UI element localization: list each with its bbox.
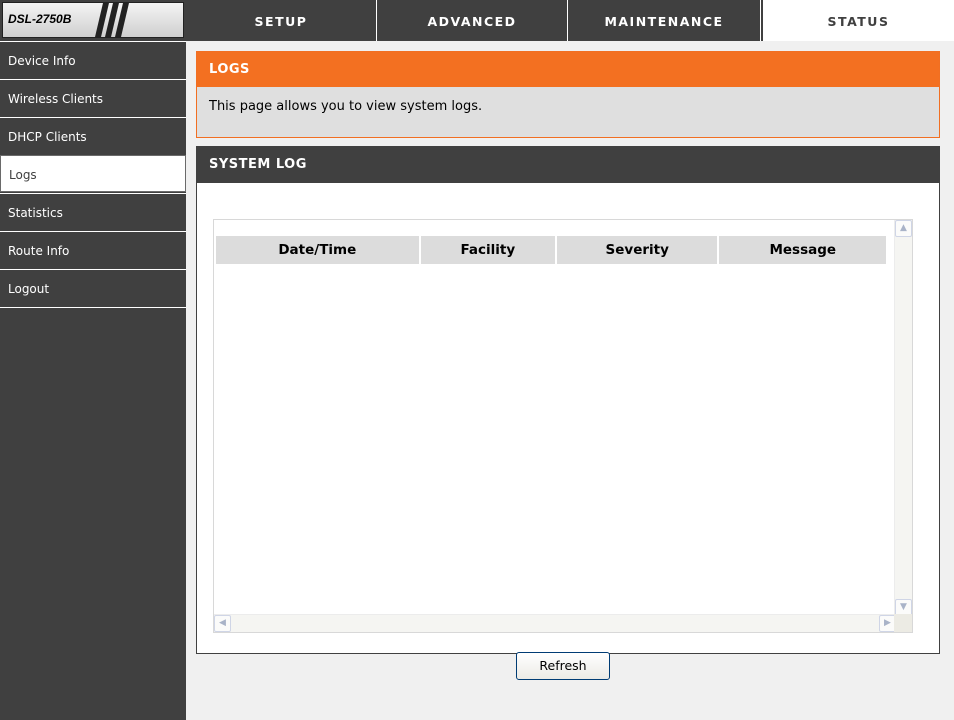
sidebar-item-route-info[interactable]: Route Info <box>0 231 186 268</box>
chevron-up-icon[interactable]: ▲ <box>895 220 912 237</box>
column-header-date-time: Date/Time <box>216 236 419 264</box>
logs-description: This page allows you to view system logs… <box>209 99 483 114</box>
tab-maintenance[interactable]: MAINTENANCE <box>568 0 761 41</box>
system-log-title: SYSTEM LOG <box>197 147 939 183</box>
sidebar-item-statistics[interactable]: Statistics <box>0 193 186 230</box>
logo-slashes-icon <box>95 3 129 37</box>
sidebar-divider <box>0 307 186 308</box>
main-content: LOGS This page allows you to view system… <box>186 41 954 720</box>
model-name: DSL-2750B <box>8 12 72 26</box>
horizontal-scrollbar[interactable]: ◀ ▶ <box>214 614 896 632</box>
system-log-panel: SYSTEM LOG Date/Time Facility Severity M… <box>196 146 940 654</box>
tab-advanced[interactable]: ADVANCED <box>377 0 568 41</box>
tab-status[interactable]: STATUS <box>763 0 954 41</box>
refresh-button[interactable]: Refresh <box>516 652 610 680</box>
sidebar-item-dhcp-clients[interactable]: DHCP Clients <box>0 117 186 154</box>
top-navigation: DSL-2750B SETUP ADVANCED MAINTENANCE STA… <box>0 0 954 41</box>
vertical-scrollbar[interactable]: ▲ ▼ <box>894 220 912 616</box>
logo: DSL-2750B <box>2 2 184 38</box>
column-header-message: Message <box>719 236 886 264</box>
chevron-left-icon[interactable]: ◀ <box>214 615 231 632</box>
column-header-facility: Facility <box>420 236 555 264</box>
sidebar-item-device-info[interactable]: Device Info <box>0 41 186 78</box>
logs-panel: LOGS This page allows you to view system… <box>196 51 940 138</box>
column-header-severity: Severity <box>557 236 718 264</box>
sidebar: Device Info Wireless Clients DHCP Client… <box>0 41 186 720</box>
sidebar-item-wireless-clients[interactable]: Wireless Clients <box>0 79 186 116</box>
logs-title: LOGS <box>197 52 939 87</box>
logo-area: DSL-2750B <box>0 0 186 41</box>
tab-setup[interactable]: SETUP <box>186 0 377 41</box>
scrollbar-corner <box>894 614 912 632</box>
sidebar-item-logout[interactable]: Logout <box>0 269 186 306</box>
log-table: Date/Time Facility Severity Message <box>214 234 888 266</box>
sidebar-item-logs[interactable]: Logs <box>0 155 186 192</box>
log-viewer[interactable]: Date/Time Facility Severity Message ▲ ▼ … <box>213 219 913 633</box>
log-table-header-row: Date/Time Facility Severity Message <box>216 236 886 264</box>
